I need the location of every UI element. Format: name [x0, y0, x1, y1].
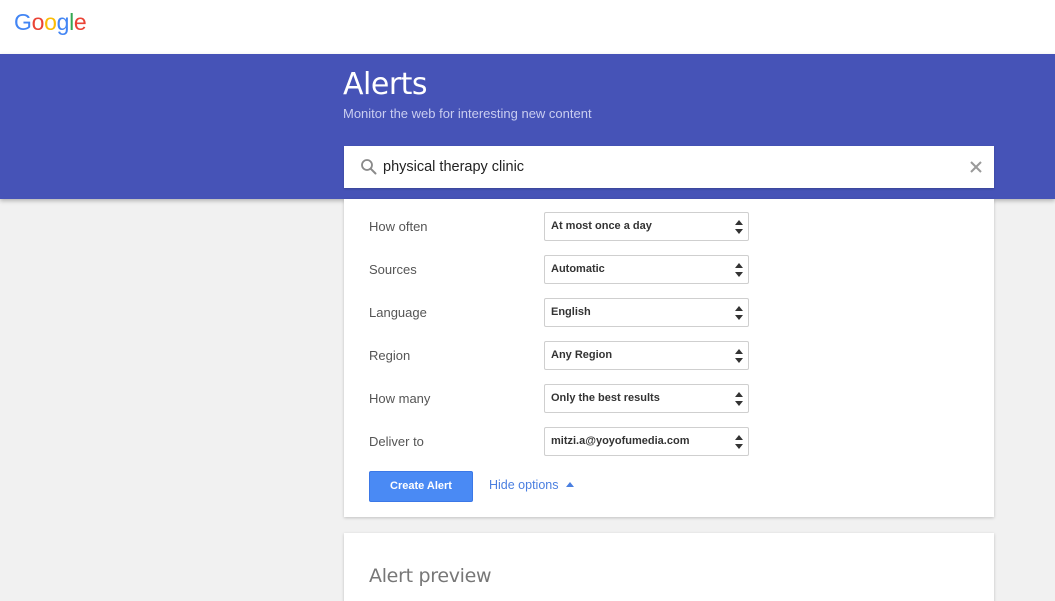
page-subtitle: Monitor the web for interesting new cont… — [343, 106, 592, 121]
close-icon[interactable] — [966, 157, 986, 177]
google-logo[interactable]: Google — [14, 9, 87, 36]
option-row-how-often: How often At most once a day — [344, 212, 994, 241]
triangle-up-icon — [565, 482, 574, 487]
option-label: How often — [369, 219, 428, 234]
select-value: Any Region — [551, 349, 613, 361]
select-value: Only the best results — [551, 392, 660, 404]
logo-letter: e — [73, 9, 87, 35]
logo-letter: o — [31, 9, 45, 35]
deliver-to-select[interactable]: mitzi.a@yoyofumedia.com — [544, 427, 749, 456]
logo-letter: o — [44, 9, 57, 35]
alert-preview-card: Alert preview — [344, 533, 994, 601]
create-alert-button[interactable]: Create Alert — [369, 471, 473, 502]
updown-arrows-icon — [735, 435, 743, 449]
top-bar: Google — [0, 0, 1055, 54]
sources-select[interactable]: Automatic — [544, 255, 749, 284]
alert-options-card: How often At most once a day Sources Aut… — [344, 199, 994, 517]
option-row-language: Language English — [344, 298, 994, 327]
alert-preview-title: Alert preview — [369, 565, 492, 587]
option-label: Deliver to — [369, 434, 424, 449]
hide-options-label: Hide options — [489, 478, 559, 492]
updown-arrows-icon — [735, 392, 743, 406]
select-value: mitzi.a@yoyofumedia.com — [551, 435, 690, 447]
language-select[interactable]: English — [544, 298, 749, 327]
page-title: Alerts — [343, 67, 428, 102]
how-many-select[interactable]: Only the best results — [544, 384, 749, 413]
search-box — [344, 146, 994, 188]
logo-letter: G — [14, 9, 32, 35]
updown-arrows-icon — [735, 263, 743, 277]
option-label: Region — [369, 348, 411, 363]
select-value: Automatic — [551, 263, 605, 275]
option-label: How many — [369, 391, 431, 406]
select-value: English — [551, 306, 591, 318]
search-input[interactable] — [383, 146, 963, 188]
option-label: Sources — [369, 262, 417, 277]
how-often-select[interactable]: At most once a day — [544, 212, 749, 241]
hide-options-link[interactable]: Hide options — [489, 478, 574, 492]
region-select[interactable]: Any Region — [544, 341, 749, 370]
option-row-sources: Sources Automatic — [344, 255, 994, 284]
select-value: At most once a day — [551, 220, 652, 232]
option-row-deliver-to: Deliver to mitzi.a@yoyofumedia.com — [344, 427, 994, 456]
option-row-region: Region Any Region — [344, 341, 994, 370]
updown-arrows-icon — [735, 349, 743, 363]
updown-arrows-icon — [735, 220, 743, 234]
updown-arrows-icon — [735, 306, 743, 320]
option-label: Language — [369, 305, 427, 320]
logo-letter: g — [56, 9, 70, 35]
search-icon — [361, 159, 377, 175]
option-row-how-many: How many Only the best results — [344, 384, 994, 413]
